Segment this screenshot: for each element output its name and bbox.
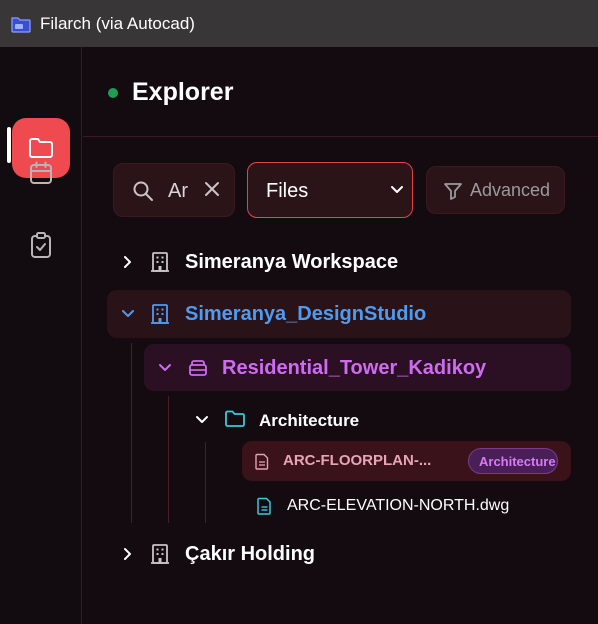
search-value[interactable]: Ar [168, 180, 188, 203]
scope-select[interactable]: Files [247, 162, 413, 218]
tree-item-holding[interactable]: Çakır Holding [107, 535, 571, 573]
tree-guide-line [131, 343, 132, 523]
explorer-panel: Explorer Ar Files Advanced Simeranya Wor… [83, 47, 598, 624]
tree-guide-line [205, 442, 206, 523]
tree-item-design-studio[interactable]: Simeranya_DesignStudio [107, 290, 571, 338]
advanced-filter-button[interactable]: Advanced [426, 166, 565, 214]
building-icon [151, 304, 169, 324]
chevron-down-icon[interactable] [121, 307, 135, 321]
tree-item-folder[interactable]: Architecture [181, 401, 571, 439]
tree-item-label: Simeranya Workspace [185, 251, 399, 273]
tree-item-project[interactable]: Residential_Tower_Kadikoy [144, 344, 571, 391]
file-icon [255, 453, 269, 470]
search-input[interactable]: Ar [113, 163, 235, 217]
search-icon [133, 181, 153, 201]
category-badge: Architecture [468, 448, 558, 474]
category-badge-label: Architecture [479, 454, 556, 469]
navigation-rail [0, 47, 82, 624]
layers-icon [189, 360, 207, 376]
window-title: Filarch (via Autocad) [40, 14, 195, 33]
tree-item-file[interactable]: ARC-ELEVATION-NORTH.dwg [242, 487, 571, 525]
status-dot [108, 88, 118, 98]
tree-item-label: Çakır Holding [185, 543, 316, 565]
filter-icon [444, 183, 462, 200]
chevron-down-icon [391, 186, 403, 193]
building-icon [151, 544, 169, 564]
calendar-icon [30, 161, 52, 184]
active-indicator [7, 127, 11, 163]
tree-item-label: ARC-FLOORPLAN-... [283, 452, 432, 469]
explorer-header: Explorer [83, 47, 598, 137]
tree-item-label: Residential_Tower_Kadikoy [222, 357, 487, 379]
tree-item-workspace[interactable]: Simeranya Workspace [107, 243, 571, 281]
tree-item-file-selected[interactable]: ARC-FLOORPLAN-... Architecture [242, 441, 571, 481]
rail-item-calendar[interactable] [22, 154, 60, 192]
page-title: Explorer [132, 78, 234, 106]
chevron-right-icon[interactable] [121, 255, 135, 269]
folder-icon [225, 410, 245, 427]
tree-item-label: Simeranya_DesignStudio [185, 303, 427, 325]
tree-item-label: Architecture [259, 411, 360, 430]
rail-item-tasks[interactable] [22, 226, 60, 264]
chevron-down-icon[interactable] [158, 361, 172, 375]
advanced-filter-label: Advanced [470, 180, 551, 200]
tree-item-label: ARC-ELEVATION-NORTH.dwg [287, 497, 510, 514]
scope-select-value: Files [266, 180, 309, 202]
close-icon[interactable] [203, 180, 221, 198]
chevron-right-icon[interactable] [121, 547, 135, 561]
tree-guide-line [168, 396, 169, 523]
clipboard-check-icon [31, 232, 51, 258]
file-icon [257, 497, 271, 515]
app-logo-icon [11, 17, 31, 33]
chevron-down-icon[interactable] [195, 413, 209, 427]
title-bar: Filarch (via Autocad) [0, 0, 598, 47]
building-icon [151, 252, 169, 272]
